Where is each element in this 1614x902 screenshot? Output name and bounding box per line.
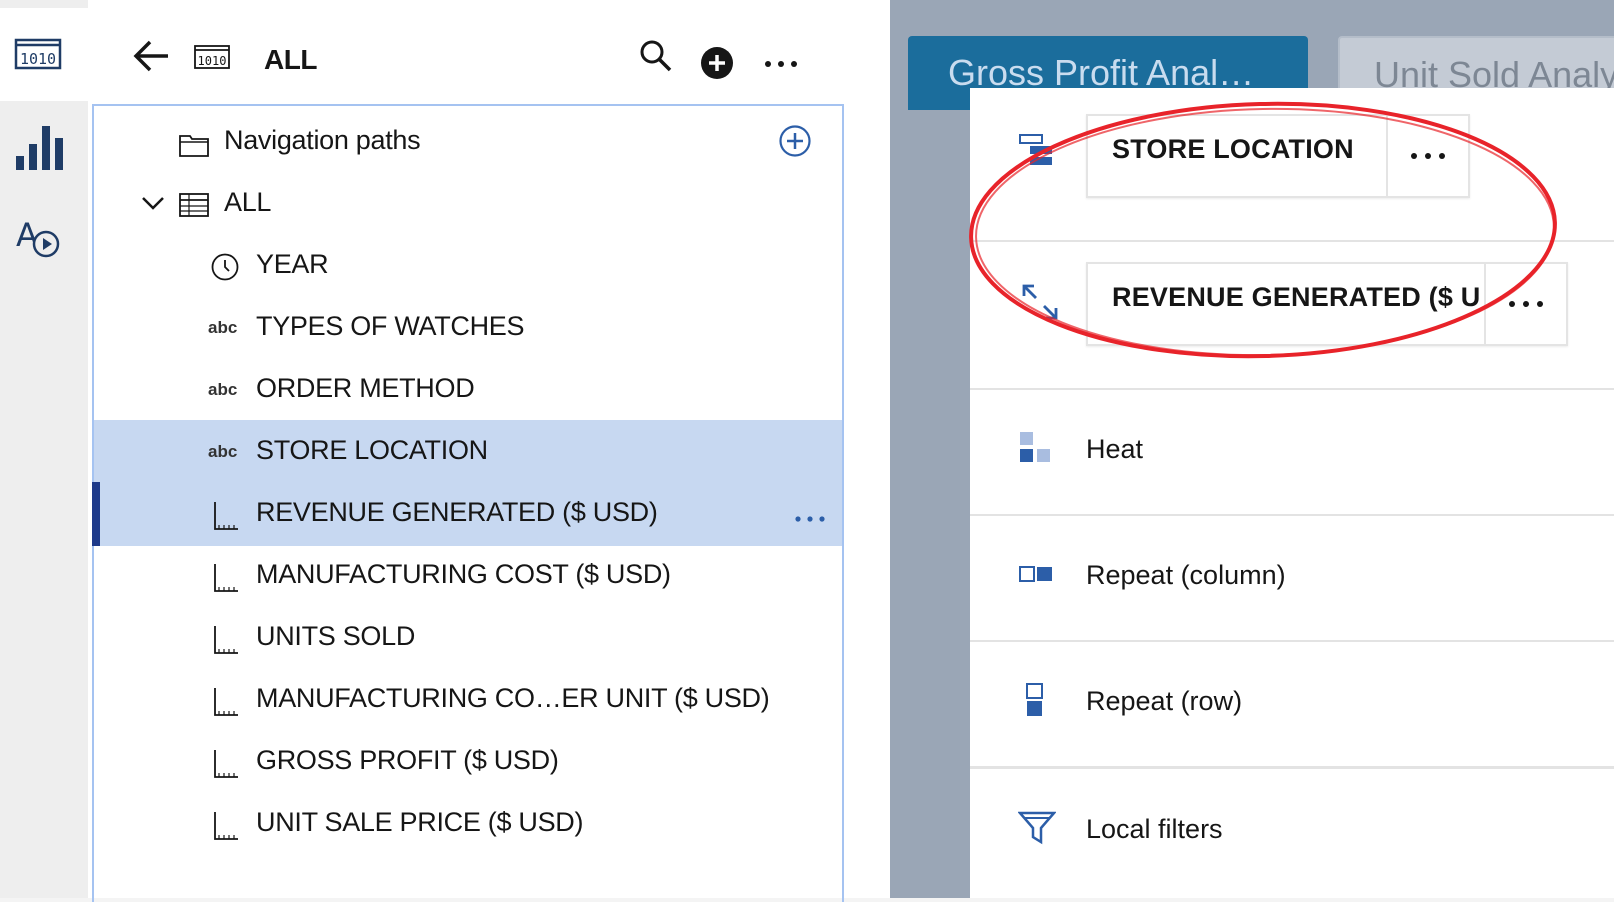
tree-item-units-sold[interactable]: UNITS SOLD <box>94 606 842 670</box>
navigation-paths-label: Navigation paths <box>224 125 421 155</box>
tree-item-label: GROSS PROFIT ($ USD) <box>256 745 559 775</box>
text-type-icon: abc <box>208 380 238 399</box>
tree-item-types-of-watches[interactable]: abc TYPES OF WATCHES <box>94 296 842 360</box>
folder-icon <box>178 132 210 163</box>
tree-item-order-method[interactable]: abc ORDER METHOD <box>94 358 842 422</box>
repeat-row-label: Repeat (row) <box>1086 686 1243 716</box>
repeat-row-icon <box>1024 682 1046 723</box>
panel-header: 1010 ALL <box>88 8 890 104</box>
add-icon[interactable] <box>700 46 734 85</box>
add-navigation-path-icon[interactable] <box>778 124 812 163</box>
tree-item-label: UNIT SALE PRICE ($ USD) <box>256 807 584 837</box>
tree-item-revenue-generated[interactable]: REVENUE GENERATED ($ USD) <box>92 482 842 546</box>
data-tree: Navigation paths ALL YEAR abc TYPES OF W… <box>92 104 844 902</box>
tree-item-label: YEAR <box>256 249 329 279</box>
measure-icon <box>212 624 240 661</box>
table-icon <box>178 192 210 223</box>
tree-item-label: ORDER METHOD <box>256 373 475 403</box>
navigation-paths-row[interactable]: Navigation paths <box>94 110 842 174</box>
tree-item-unit-sale-price[interactable]: UNIT SALE PRICE ($ USD) <box>94 792 842 856</box>
selection-indicator <box>92 482 100 546</box>
tree-item-label: STORE LOCATION <box>256 435 488 465</box>
tree-item-year[interactable]: YEAR <box>94 234 842 298</box>
divider <box>970 766 1614 769</box>
filter-icon <box>1017 810 1057 851</box>
item-more-options-icon[interactable] <box>794 510 826 528</box>
assistant-icon[interactable]: A <box>14 214 66 271</box>
search-icon[interactable] <box>638 38 674 79</box>
tree-item-label: UNITS SOLD <box>256 621 416 651</box>
measure-icon <box>212 562 240 599</box>
back-arrow-icon[interactable] <box>132 38 172 79</box>
tree-item-manufacturing-cost[interactable]: MANUFACTURING COST ($ USD) <box>94 544 842 608</box>
more-options-icon[interactable] <box>763 56 799 74</box>
heat-option[interactable]: Heat <box>970 390 1614 514</box>
clock-icon <box>210 252 240 287</box>
svg-text:1010: 1010 <box>198 54 227 68</box>
measure-icon <box>212 748 240 785</box>
heat-label: Heat <box>1086 434 1144 464</box>
tree-item-gross-profit[interactable]: GROSS PROFIT ($ USD) <box>94 730 842 794</box>
left-rail: 1010 A <box>0 0 89 898</box>
tree-item-label: MANUFACTURING COST ($ USD) <box>256 559 671 589</box>
tree-group-all[interactable]: ALL <box>94 172 842 236</box>
data-source-small-icon: 1010 <box>194 44 230 75</box>
chevron-down-icon[interactable] <box>140 194 166 217</box>
visualizations-icon[interactable] <box>14 122 66 179</box>
local-filters-option[interactable]: Local filters <box>970 770 1614 898</box>
measure-icon <box>212 810 240 847</box>
text-type-icon: abc <box>208 442 238 461</box>
measure-icon <box>212 500 240 537</box>
repeat-row-option[interactable]: Repeat (row) <box>970 642 1614 766</box>
tree-group-label: ALL <box>224 187 272 217</box>
data-source-icon[interactable]: 1010 <box>14 35 62 76</box>
repeat-column-option[interactable]: Repeat (column) <box>970 516 1614 640</box>
text-type-icon: abc <box>208 318 238 337</box>
tree-item-label: MANUFACTURING CO…ER UNIT ($ USD) <box>256 683 770 713</box>
heat-icon <box>1018 430 1054 469</box>
tree-item-store-location[interactable]: abc STORE LOCATION <box>94 420 842 484</box>
svg-text:1010: 1010 <box>20 50 56 68</box>
tree-item-label: REVENUE GENERATED ($ USD) <box>256 497 658 527</box>
measure-icon <box>212 686 240 723</box>
data-panel: 1010 ALL Navigation paths ALL YEAR abc T… <box>88 0 891 902</box>
repeat-column-icon <box>1018 564 1054 589</box>
repeat-column-label: Repeat (column) <box>1086 560 1286 590</box>
local-filters-label: Local filters <box>1086 814 1223 844</box>
panel-title: ALL <box>264 44 317 75</box>
tree-item-label: TYPES OF WATCHES <box>256 311 525 341</box>
red-annotation-circle <box>969 101 1557 359</box>
tree-item-manufacturing-cost-per-unit[interactable]: MANUFACTURING CO…ER UNIT ($ USD) <box>94 668 842 732</box>
